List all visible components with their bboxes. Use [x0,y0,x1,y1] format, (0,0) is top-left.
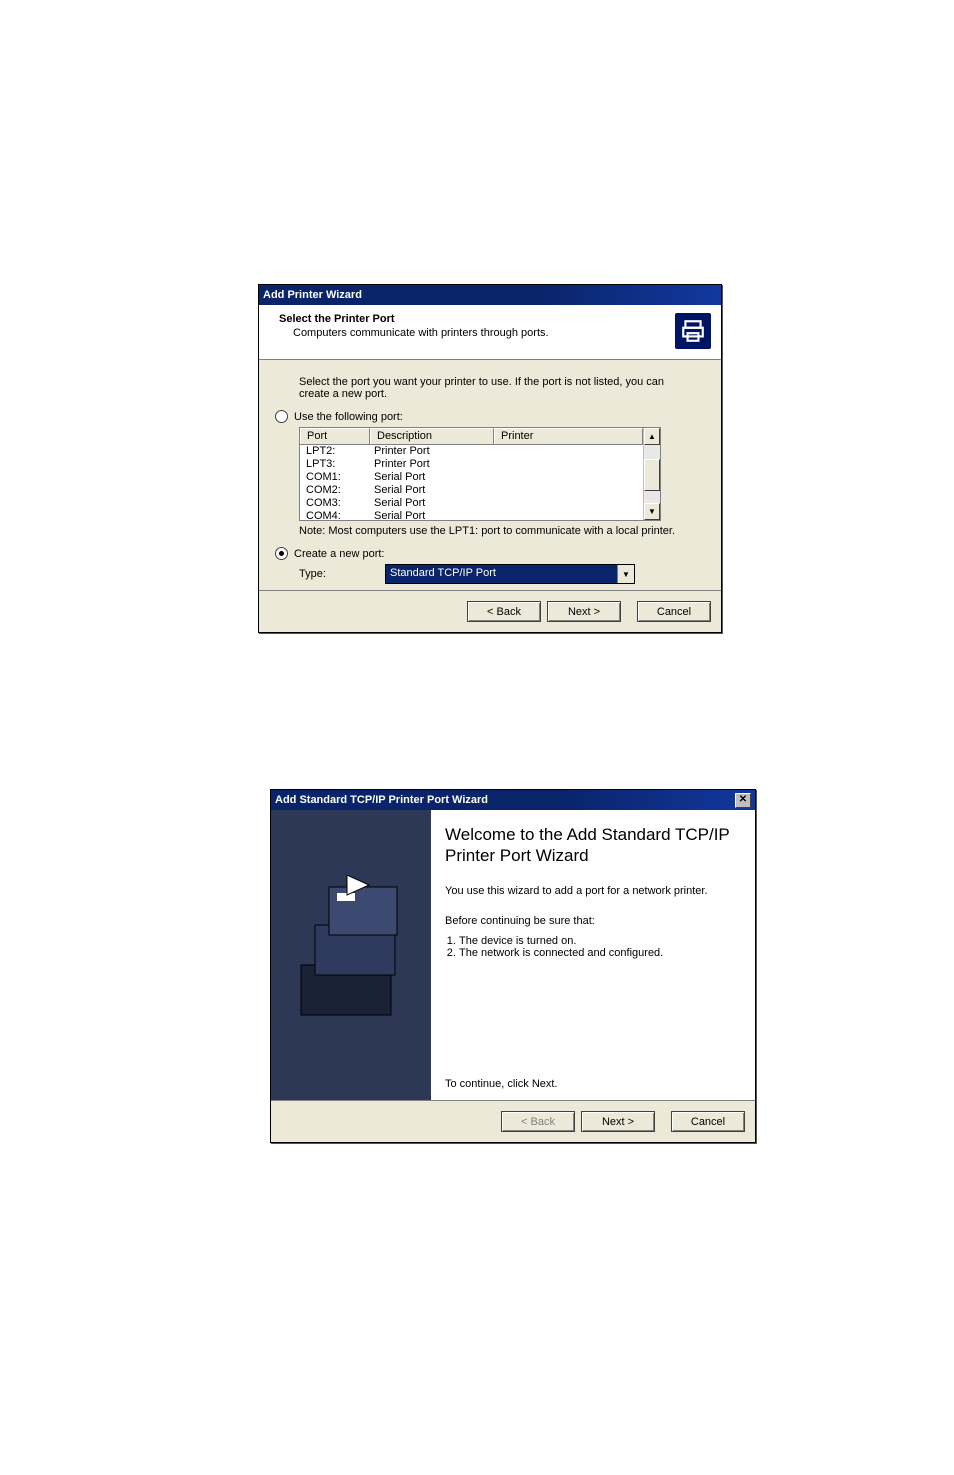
button-bar: < Back Next > Cancel [271,1100,755,1142]
port-type-dropdown[interactable]: Standard TCP/IP Port ▼ [385,564,635,584]
instruction-text: Select the port you want your printer to… [299,376,681,400]
tcpip-port-wizard-dialog: Add Standard TCP/IP Printer Port Wizard … [270,789,756,1143]
back-button[interactable]: < Back [467,601,541,622]
list-item: The device is turned on. [459,935,741,947]
button-bar: < Back Next > Cancel [259,590,721,632]
titlebar[interactable]: Add Printer Wizard [259,285,721,305]
next-button[interactable]: Next > [547,601,621,622]
scroll-up-icon[interactable]: ▲ [644,428,660,445]
wizard-continue: To continue, click Next. [445,1078,741,1090]
content-area: Select the port you want your printer to… [259,360,721,590]
chevron-down-icon[interactable]: ▼ [617,565,634,583]
titlebar[interactable]: Add Standard TCP/IP Printer Port Wizard … [271,790,755,810]
cancel-button[interactable]: Cancel [637,601,711,622]
scroll-thumb[interactable] [644,459,660,491]
wizard-side-image [271,810,431,1100]
wizard-heading: Welcome to the Add Standard TCP/IP Print… [445,824,741,867]
radio-create-new-port[interactable]: Create a new port: [275,547,691,560]
add-printer-wizard-dialog: Add Printer Wizard Select the Printer Po… [258,284,722,633]
printer-icon [675,313,711,349]
header-port[interactable]: Port [300,428,370,444]
scroll-down-icon[interactable]: ▼ [644,503,660,520]
radio-icon [275,410,288,423]
wizard-body: Welcome to the Add Standard TCP/IP Print… [271,810,755,1100]
type-label: Type: [299,568,385,580]
list-item: The network is connected and configured. [459,947,741,959]
table-row[interactable]: COM2:Serial Port [300,484,643,497]
radio-icon [275,547,288,560]
table-row[interactable]: COM4:Serial Port [300,510,643,520]
radio-label: Use the following port: [294,411,403,423]
header-title: Select the Printer Port [279,313,675,325]
header-subtitle: Computers communicate with printers thro… [293,327,675,339]
table-header-row: Port Description Printer [300,428,643,445]
window-title: Add Standard TCP/IP Printer Port Wizard [275,794,488,806]
table-row[interactable]: COM1:Serial Port [300,471,643,484]
header-description[interactable]: Description [370,428,494,444]
window-title: Add Printer Wizard [263,289,362,301]
table-row[interactable]: COM3:Serial Port [300,497,643,510]
radio-use-following-port[interactable]: Use the following port: [275,410,691,423]
wizard-checklist: The device is turned on. The network is … [445,935,741,959]
header-printer[interactable]: Printer [494,428,643,444]
wizard-header: Select the Printer Port Computers commun… [259,305,721,360]
next-button[interactable]: Next > [581,1111,655,1132]
close-icon[interactable]: ✕ [735,793,751,808]
wizard-main: Welcome to the Add Standard TCP/IP Print… [431,810,755,1100]
radio-label: Create a new port: [294,548,385,560]
back-button: < Back [501,1111,575,1132]
cancel-button[interactable]: Cancel [671,1111,745,1132]
port-table[interactable]: Port Description Printer LPT2:Printer Po… [299,427,661,521]
table-row[interactable]: LPT2:Printer Port [300,445,643,458]
note-text: Note: Most computers use the LPT1: port … [299,525,691,537]
wizard-before: Before continuing be sure that: [445,915,741,927]
dropdown-value: Standard TCP/IP Port [386,565,617,583]
table-row[interactable]: LPT3:Printer Port [300,458,643,471]
scrollbar[interactable]: ▲ ▼ [643,428,660,520]
scroll-track[interactable] [644,445,660,503]
wizard-intro: You use this wizard to add a port for a … [445,885,741,897]
